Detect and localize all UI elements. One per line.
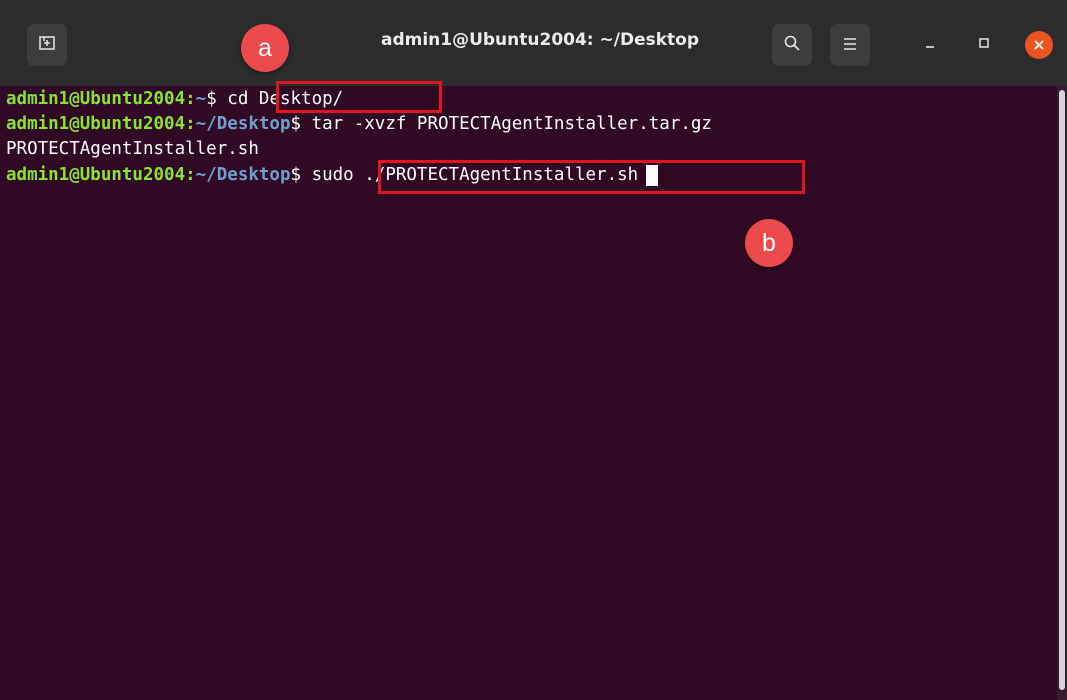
prompt-user: admin1@Ubuntu2004 xyxy=(6,165,186,185)
new-tab-button[interactable] xyxy=(27,24,67,66)
prompt-colon: : xyxy=(185,89,196,109)
terminal-line: admin1@Ubuntu2004:~/Desktop$ tar -xvzf P… xyxy=(6,111,712,137)
terminal-line: PROTECTAgentInstaller.sh xyxy=(6,136,259,162)
maximize-icon xyxy=(977,35,991,54)
prompt-dollar: $ xyxy=(290,165,312,185)
close-button[interactable] xyxy=(1025,31,1053,59)
highlight-box-b xyxy=(378,160,805,194)
prompt-path: ~/Desktop xyxy=(195,114,291,134)
prompt-dollar: $ xyxy=(206,89,228,109)
prompt-dollar: $ xyxy=(290,114,312,134)
prompt-user: admin1@Ubuntu2004 xyxy=(6,89,186,109)
title-bar[interactable]: admin1@Ubuntu2004: ~/Desktop xyxy=(0,0,1067,87)
search-button[interactable] xyxy=(772,24,812,66)
annotation-badge-a: a xyxy=(241,24,289,72)
new-tab-icon xyxy=(38,34,56,56)
command-text: tar -xvzf PROTECTAgentInstaller.tar.gz xyxy=(311,114,712,134)
terminal-window: admin1@Ubuntu2004: ~/Desktop admin1@Ubun… xyxy=(0,0,1067,700)
output-text: PROTECTAgentInstaller.sh xyxy=(6,139,259,159)
prompt-path: ~ xyxy=(195,89,207,109)
minimize-icon xyxy=(923,35,937,54)
prompt-colon: : xyxy=(185,165,196,185)
prompt-colon: : xyxy=(185,114,196,134)
highlight-box-a xyxy=(276,81,442,113)
search-icon xyxy=(783,34,801,56)
maximize-button[interactable] xyxy=(970,30,998,58)
menu-button[interactable] xyxy=(830,24,870,66)
hamburger-menu-icon xyxy=(842,36,858,55)
prompt-path: ~/Desktop xyxy=(195,165,291,185)
annotation-badge-b: b xyxy=(745,219,793,267)
scrollbar-thumb[interactable] xyxy=(1059,90,1065,690)
window-title: admin1@Ubuntu2004: ~/Desktop xyxy=(380,30,700,50)
close-icon xyxy=(1033,36,1045,55)
scrollbar[interactable] xyxy=(1057,86,1067,700)
minimize-button[interactable] xyxy=(916,30,944,58)
prompt-user: admin1@Ubuntu2004 xyxy=(6,114,186,134)
